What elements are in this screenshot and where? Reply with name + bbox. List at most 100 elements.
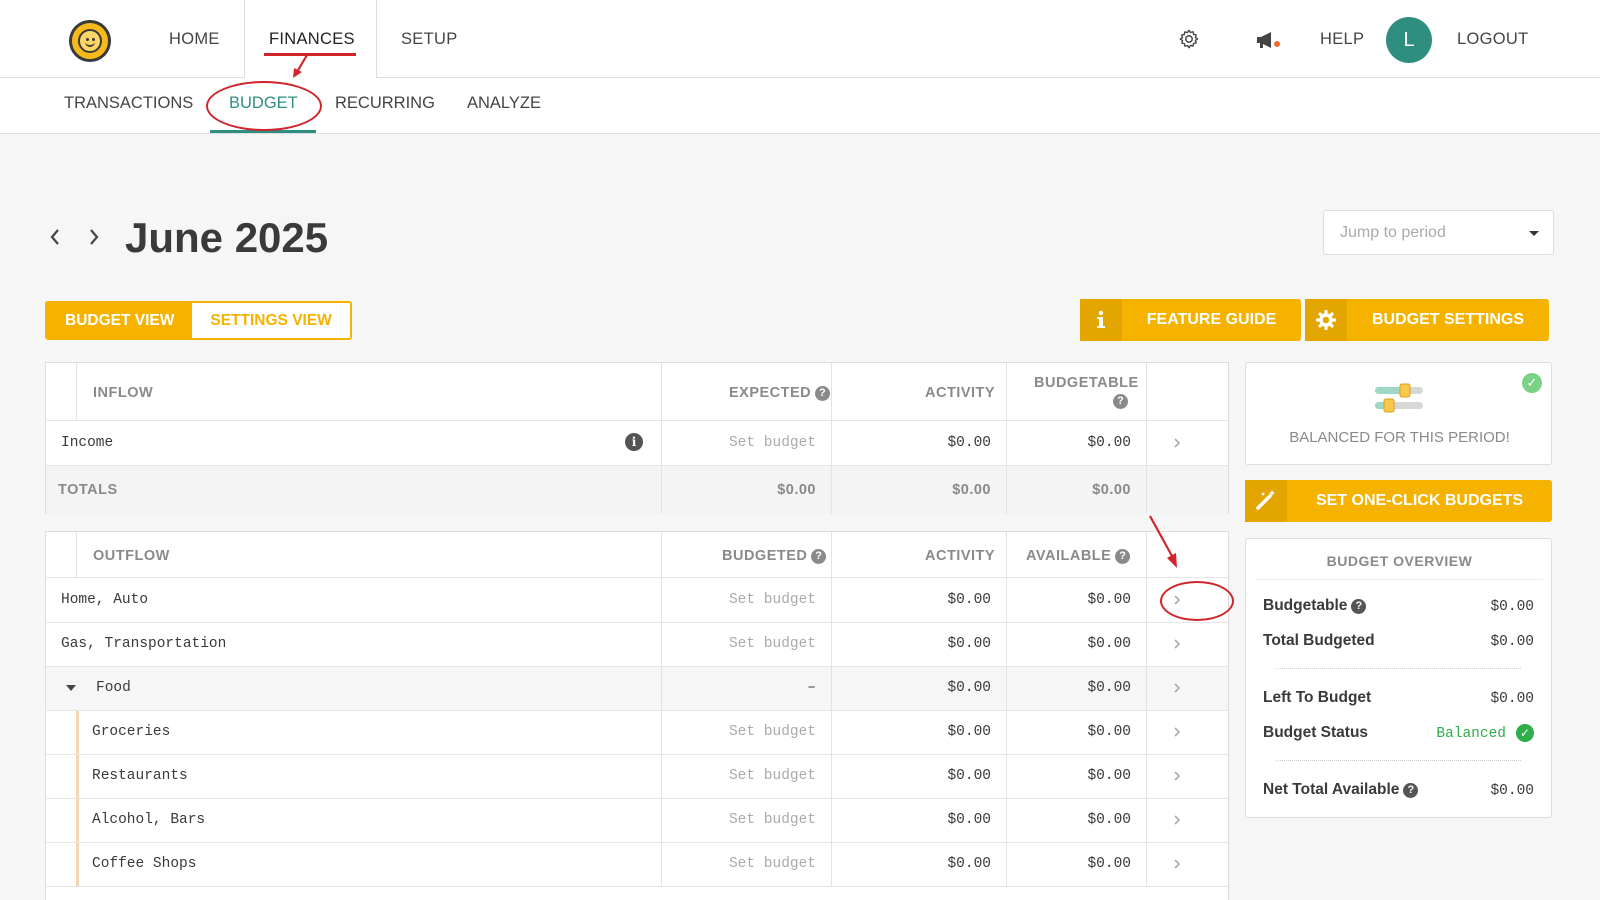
budget-overview-card: BUDGET OVERVIEW Budgetable? $0.00 Total … <box>1245 538 1552 818</box>
avatar[interactable]: L <box>1386 17 1432 63</box>
income-label: Income <box>61 435 114 451</box>
income-set-budget[interactable]: Set budget <box>666 435 816 451</box>
category-name: Groceries <box>92 724 171 740</box>
megaphone-icon[interactable] <box>1255 29 1281 51</box>
activity-value: $0.00 <box>947 724 991 740</box>
activity-value: $0.00 <box>947 768 991 784</box>
help-icon[interactable]: ? <box>1351 599 1367 614</box>
subnav-budget[interactable]: BUDGET <box>229 78 298 134</box>
subnav-transactions[interactable]: TRANSACTIONS <box>64 78 193 134</box>
available-value: $0.00 <box>1087 812 1131 828</box>
chevron-right-icon[interactable] <box>1172 637 1182 651</box>
category-name: Home, Auto <box>61 592 149 608</box>
table-row[interactable]: Gas, Transportation Set budget $0.00 $0.… <box>46 623 1228 667</box>
app-logo-icon[interactable] <box>69 20 111 62</box>
subnav-recurring[interactable]: RECURRING <box>335 78 435 134</box>
top-navbar: HOME FINANCES SETUP HELP L LOGOUT <box>0 0 1600 79</box>
chevron-right-icon[interactable] <box>1172 725 1182 739</box>
set-budget-link[interactable]: Set budget <box>666 636 816 652</box>
set-budget-link[interactable]: Set budget <box>666 592 816 608</box>
activity-value: $0.00 <box>947 592 991 608</box>
inflow-header-label: INFLOW <box>93 385 154 401</box>
table-row[interactable]: Home, Auto Set budget $0.00 $0.00 <box>46 578 1228 623</box>
category-group-name: Food <box>96 680 131 696</box>
totals-expected: $0.00 <box>777 482 816 498</box>
budgeted-header: BUDGETED? <box>722 548 827 564</box>
subcategory-indent-bar <box>76 711 79 754</box>
help-icon[interactable]: ? <box>1115 549 1131 564</box>
jump-to-period-select[interactable]: Jump to period <box>1323 210 1554 255</box>
activity-value: $0.00 <box>947 812 991 828</box>
set-budget-link[interactable]: Set budget <box>666 768 816 784</box>
inflow-activity-header: ACTIVITY <box>925 385 996 401</box>
caret-down-icon[interactable] <box>65 684 77 692</box>
sub-navbar: TRANSACTIONS BUDGET RECURRING ANALYZE <box>0 78 1600 134</box>
budget-active-underline <box>210 130 316 133</box>
total-budgeted-label: Total Budgeted <box>1263 632 1375 649</box>
info-icon[interactable]: i <box>625 433 643 451</box>
totals-row: TOTALS $0.00 $0.00 $0.00 <box>46 466 1228 514</box>
total-budgeted-value: $0.00 <box>1490 634 1534 650</box>
net-total-available-label: Net Total Available? <box>1263 781 1419 799</box>
nav-logout[interactable]: LOGOUT <box>1457 0 1528 78</box>
check-circle-icon: ✓ <box>1516 724 1534 742</box>
caret-down-icon <box>1529 231 1539 236</box>
table-row[interactable]: Restaurants Set budget $0.00 $0.00 <box>46 755 1228 799</box>
chevron-right-icon[interactable] <box>1172 813 1182 827</box>
budgetable-row-label: Budgetable? <box>1263 597 1367 615</box>
feature-guide-label: FEATURE GUIDE <box>1146 311 1277 328</box>
category-group-row[interactable]: Food – $0.00 $0.00 <box>46 667 1228 711</box>
activity-value: $0.00 <box>947 636 991 652</box>
nav-finances[interactable]: FINANCES <box>269 0 355 78</box>
nav-help[interactable]: HELP <box>1320 0 1364 78</box>
balanced-message: BALANCED FOR THIS PERIOD! <box>1289 429 1510 446</box>
set-budget-link[interactable]: Set budget <box>666 724 816 740</box>
chevron-left-icon[interactable] <box>48 226 62 248</box>
jump-to-period-placeholder: Jump to period <box>1340 224 1446 241</box>
category-name: Coffee Shops <box>92 856 197 872</box>
help-icon[interactable]: ? <box>811 549 827 564</box>
budget-view-button[interactable]: BUDGET VIEW <box>47 303 193 338</box>
chevron-right-icon[interactable] <box>1172 681 1182 695</box>
income-activity: $0.00 <box>947 435 991 451</box>
overview-title: BUDGET OVERVIEW <box>1326 553 1473 569</box>
chevron-right-icon[interactable] <box>1172 593 1182 607</box>
finances-underline-annotation <box>264 53 356 56</box>
feature-guide-button[interactable]: FEATURE GUIDE <box>1080 299 1301 341</box>
subcategory-indent-bar <box>76 755 79 798</box>
nav-home[interactable]: HOME <box>169 0 220 78</box>
help-icon[interactable]: ? <box>1113 394 1128 409</box>
balanced-status-card: ✓ BALANCED FOR THIS PERIOD! <box>1245 362 1552 465</box>
subcategory-indent-bar <box>76 799 79 842</box>
chevron-right-icon[interactable] <box>1172 857 1182 871</box>
table-row[interactable]: Income i Set budget $0.00 $0.00 <box>46 421 1228 466</box>
view-toggle: BUDGET VIEW SETTINGS VIEW <box>45 301 352 340</box>
magic-wand-icon <box>1245 480 1287 522</box>
left-to-budget-label: Left To Budget <box>1263 689 1372 706</box>
available-value: $0.00 <box>1087 592 1131 608</box>
page-title: June 2025 <box>125 214 329 261</box>
chevron-right-icon[interactable] <box>1172 769 1182 783</box>
gear-icon[interactable] <box>1178 28 1200 50</box>
table-row[interactable]: Coffee Shops Set budget $0.00 $0.00 <box>46 843 1228 887</box>
table-row[interactable]: Groceries Set budget $0.00 $0.00 <box>46 711 1228 755</box>
set-budget-link[interactable]: Set budget <box>666 856 816 872</box>
chevron-right-icon[interactable] <box>1172 436 1182 450</box>
smiley-face-icon <box>78 29 102 53</box>
subnav-analyze[interactable]: ANALYZE <box>467 78 541 134</box>
notification-dot <box>1274 41 1280 47</box>
budgetable-row-value: $0.00 <box>1490 599 1534 615</box>
chevron-right-icon[interactable] <box>87 226 101 248</box>
subcategory-indent-bar <box>76 843 79 886</box>
budget-settings-button[interactable]: BUDGET SETTINGS <box>1305 299 1549 341</box>
one-click-budgets-button[interactable]: SET ONE-CLICK BUDGETS <box>1245 480 1552 522</box>
nav-setup[interactable]: SETUP <box>401 0 458 78</box>
help-icon[interactable]: ? <box>1403 783 1419 798</box>
set-budget-link[interactable]: Set budget <box>666 812 816 828</box>
budget-status-label: Budget Status <box>1263 724 1369 741</box>
settings-view-button[interactable]: SETTINGS VIEW <box>192 303 350 338</box>
table-row[interactable]: Alcohol, Bars Set budget $0.00 $0.00 <box>46 799 1228 843</box>
income-budgetable: $0.00 <box>1087 435 1131 451</box>
help-icon[interactable]: ? <box>815 386 831 401</box>
category-name: Alcohol, Bars <box>92 812 206 828</box>
